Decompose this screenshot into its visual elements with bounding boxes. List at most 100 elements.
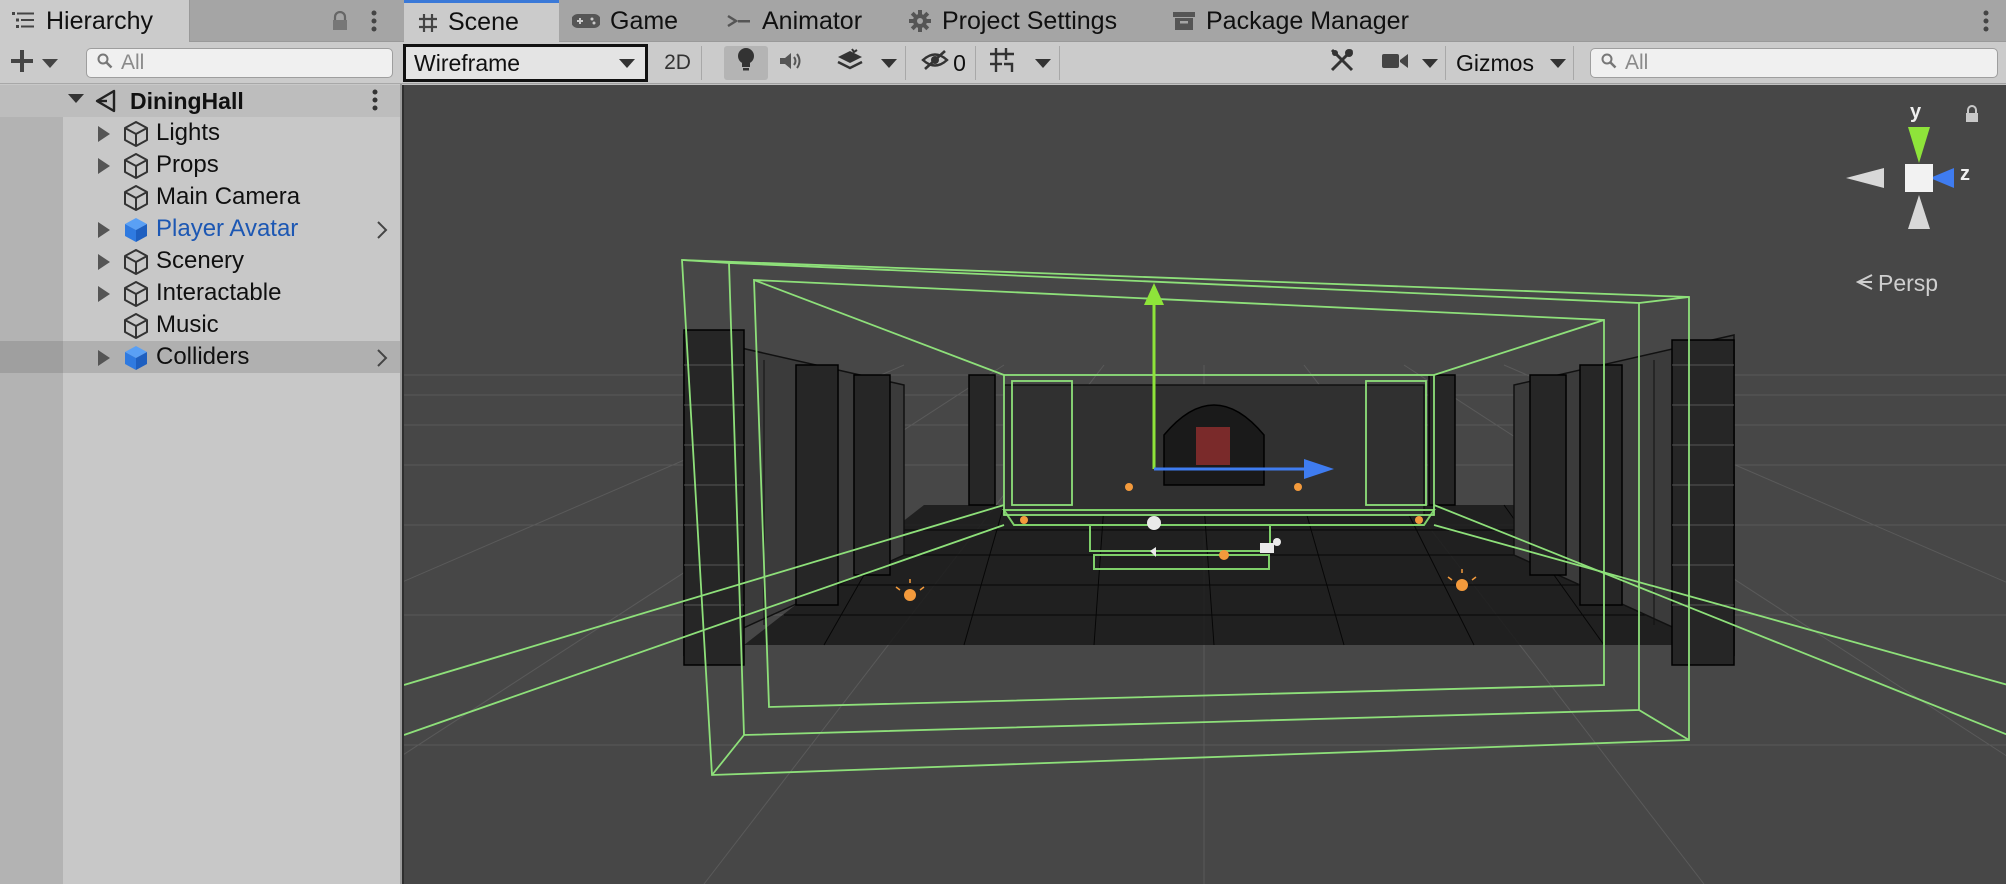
- viewport-lock-icon[interactable]: [1964, 105, 1980, 128]
- effects-dropdown-button[interactable]: [872, 46, 906, 80]
- prefab-cube-icon: [122, 344, 150, 379]
- scene-search-placeholder: All: [1625, 51, 1649, 74]
- chevron-down-icon: [1034, 58, 1051, 68]
- grid-snapping-toggle[interactable]: [980, 46, 1024, 80]
- foldout-collapsed-icon[interactable]: [98, 126, 110, 142]
- eye-hidden-icon: [921, 49, 949, 77]
- hash-grid-icon: [418, 13, 438, 33]
- chevron-down-icon: [1421, 58, 1438, 68]
- unity-scene-icon: [94, 88, 120, 120]
- hierarchy-item-main-camera[interactable]: Main Camera: [0, 181, 400, 213]
- perspective-icon: [1855, 270, 1874, 297]
- plus-icon: [10, 49, 34, 78]
- hierarchy-item-label: Interactable: [156, 279, 282, 306]
- gizmos-toggle-button[interactable]: Gizmos: [1448, 46, 1542, 80]
- editor-tab-bar: Scene Game Animator Project Settings Pac…: [402, 0, 2006, 42]
- layers-effects-icon: [836, 48, 864, 78]
- foldout-collapsed-icon[interactable]: [98, 222, 110, 238]
- tab-game-label: Game: [610, 6, 679, 35]
- hierarchy-item-label: Music: [156, 311, 219, 338]
- gamepad-icon: [572, 12, 600, 30]
- animator-icon: [726, 12, 752, 30]
- scene-visibility-toggle[interactable]: 0: [912, 46, 976, 80]
- hidden-object-count: 0: [953, 49, 966, 76]
- selected-gutter: [0, 341, 63, 373]
- projection-toggle[interactable]: Persp: [1855, 270, 1939, 297]
- 2d-toggle-button[interactable]: 2D: [654, 46, 702, 80]
- scene-panel: Scene Game Animator Project Settings Pac…: [402, 0, 2006, 884]
- scene-viewport[interactable]: y z Persp: [402, 85, 2006, 884]
- foldout-expanded-icon: [68, 94, 84, 103]
- tab-animator[interactable]: Animator: [726, 0, 862, 42]
- tab-package-manager-label: Package Manager: [1206, 6, 1409, 35]
- lock-icon[interactable]: [326, 7, 354, 35]
- kebab-menu-icon[interactable]: [1972, 7, 2000, 35]
- hierarchy-toolbar: All: [0, 42, 402, 84]
- scene-toolbar: Wireframe 2D 0 Gizmos All: [402, 42, 2006, 84]
- foldout-collapsed-icon[interactable]: [98, 286, 110, 302]
- tab-animator-label: Animator: [762, 6, 863, 35]
- tab-hierarchy[interactable]: Hierarchy: [0, 0, 190, 42]
- hierarchy-item-music[interactable]: Music: [0, 309, 400, 341]
- scene-root-row[interactable]: DiningHall: [0, 85, 400, 117]
- hierarchy-item-player-avatar[interactable]: Player Avatar: [0, 213, 400, 245]
- hierarchy-item-colliders[interactable]: Colliders: [0, 341, 400, 373]
- hierarchy-item-scenery[interactable]: Scenery: [0, 245, 400, 277]
- gizmo-y-label: y: [1910, 101, 1922, 123]
- foldout-collapsed-icon[interactable]: [98, 158, 110, 174]
- camera-settings-button[interactable]: [1376, 46, 1414, 80]
- speaker-icon: [779, 50, 805, 77]
- chevron-right-icon[interactable]: [376, 347, 388, 375]
- audio-toggle-button[interactable]: [772, 46, 812, 80]
- search-icon: [1601, 51, 1625, 75]
- chevron-down-icon: [1549, 58, 1566, 68]
- scene-wireframe-render: [404, 259, 2006, 884]
- effects-toggle-button[interactable]: [830, 46, 870, 80]
- kebab-menu-icon[interactable]: [360, 7, 388, 35]
- lighting-toggle-button[interactable]: [724, 46, 768, 80]
- search-icon: [97, 51, 121, 75]
- hierarchy-item-label: Player Avatar: [156, 215, 299, 242]
- tab-scene-label: Scene: [448, 8, 519, 36]
- projection-label: Persp: [1878, 270, 1939, 296]
- tab-package-manager[interactable]: Package Manager: [1172, 0, 1409, 42]
- chevron-down-icon: [619, 59, 635, 68]
- create-button[interactable]: [10, 49, 64, 77]
- camera-dropdown-button[interactable]: [1414, 46, 1446, 80]
- gear-icon: [908, 9, 932, 33]
- tab-scene[interactable]: Scene: [404, 0, 559, 42]
- draw-mode-dropdown[interactable]: Wireframe: [403, 44, 648, 82]
- package-box-icon: [1172, 11, 1196, 31]
- tab-project-settings[interactable]: Project Settings: [908, 0, 1117, 42]
- chevron-down-icon: [42, 58, 58, 68]
- foldout-collapsed-icon[interactable]: [98, 254, 110, 270]
- tab-project-settings-label: Project Settings: [942, 6, 1118, 35]
- video-camera-icon: [1381, 50, 1409, 77]
- lightbulb-icon: [737, 47, 755, 79]
- hierarchy-item-label: Props: [156, 151, 219, 178]
- scene-search-input[interactable]: All: [1590, 48, 1998, 78]
- grid-dropdown-button[interactable]: [1026, 46, 1060, 80]
- foldout-collapsed-icon[interactable]: [98, 350, 110, 366]
- hierarchy-item-label: Lights: [156, 119, 221, 146]
- 2d-toggle-label: 2D: [664, 51, 691, 74]
- grid-snap-icon: [988, 46, 1016, 80]
- tab-game[interactable]: Game: [572, 0, 678, 42]
- tab-hierarchy-label: Hierarchy: [46, 6, 153, 35]
- scene-kebab-icon[interactable]: [372, 89, 378, 117]
- gizmo-z-label: z: [1960, 163, 1970, 185]
- hierarchy-item-interactable[interactable]: Interactable: [0, 277, 400, 309]
- hierarchy-item-label: Main Camera: [156, 183, 301, 210]
- list-icon: [12, 7, 34, 36]
- chevron-right-icon[interactable]: [376, 219, 388, 247]
- hierarchy-search-input[interactable]: All: [86, 48, 393, 78]
- scene-name: DiningHall: [130, 88, 244, 114]
- tools-toggle-button[interactable]: [1320, 46, 1364, 80]
- gizmos-dropdown-button[interactable]: [1542, 46, 1574, 80]
- hierarchy-tree: DiningHall Lights Props Main Camera Play…: [0, 85, 400, 884]
- hierarchy-item-label: Scenery: [156, 247, 245, 274]
- hierarchy-panel: Hierarchy All DiningHall Lights Props Ma…: [0, 0, 402, 884]
- hierarchy-item-props[interactable]: Props: [0, 149, 400, 181]
- hierarchy-item-lights[interactable]: Lights: [0, 117, 400, 149]
- hierarchy-item-label: Colliders: [156, 343, 250, 370]
